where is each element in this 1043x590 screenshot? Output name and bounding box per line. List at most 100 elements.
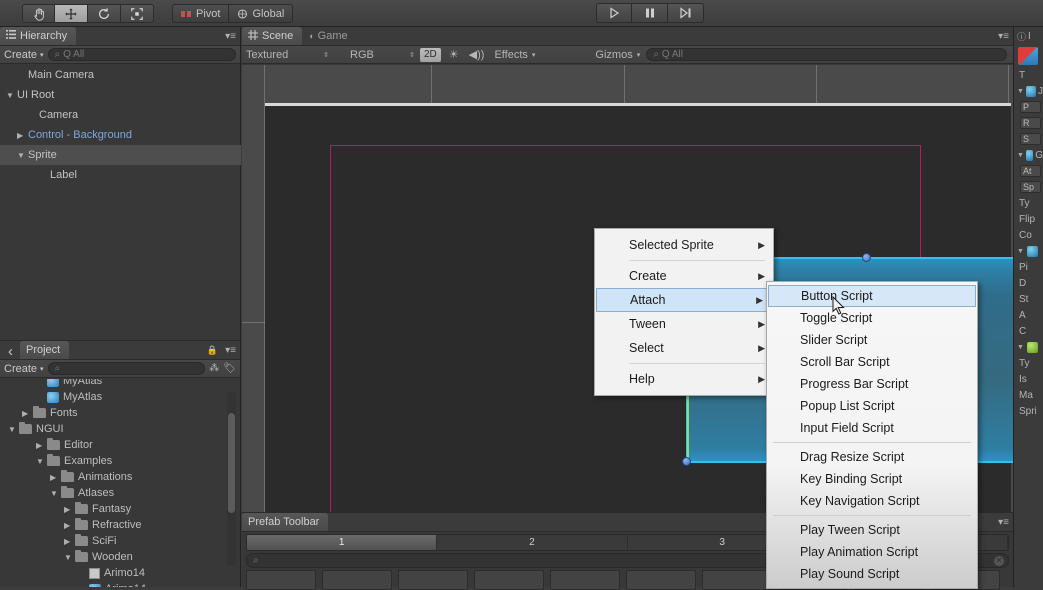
- context-menu-item-create[interactable]: Create ▶: [595, 264, 773, 288]
- project-item-scifi[interactable]: ▶ SciFi: [0, 533, 241, 549]
- inspector-row[interactable]: P: [1014, 99, 1043, 115]
- inspector-property-rows[interactable]: T ▼ J P R S ▼ G At Sp Ty Flip Co ▼ Pi D St A C ▼ Ty Is Ma Spri: [1014, 67, 1043, 419]
- inspector-row[interactable]: Sp: [1014, 179, 1043, 195]
- hierarchy-item-main-camera[interactable]: ▶Main Camera: [0, 65, 241, 85]
- effects-dropdown[interactable]: Effects ▾: [494, 49, 535, 61]
- project-item-myatlas[interactable]: ▶MyAtlas: [0, 379, 241, 389]
- chevron-down-icon[interactable]: ▼: [64, 553, 75, 562]
- project-item-ngui[interactable]: ▼ NGUI: [0, 421, 241, 437]
- project-item-arimo14[interactable]: ▶Arimo14: [0, 581, 241, 587]
- project-item-fonts[interactable]: ▶ Fonts: [0, 405, 241, 421]
- project-item-fantasy[interactable]: ▶ Fantasy: [0, 501, 241, 517]
- prefab-item[interactable]: [550, 570, 620, 590]
- prefab-item[interactable]: [702, 570, 772, 590]
- chevron-down-icon[interactable]: ▼: [36, 457, 47, 466]
- audio-icon[interactable]: ◀)): [469, 48, 485, 61]
- inspector-row[interactable]: At: [1014, 163, 1043, 179]
- context-menu-item-select[interactable]: Select ▶: [595, 336, 773, 360]
- color-mode-dropdown[interactable]: RGB ⇳: [350, 49, 420, 61]
- attach-submenu-item-drag-resize-script[interactable]: Drag Resize Script: [767, 446, 977, 468]
- project-item-refractive[interactable]: ▶ Refractive: [0, 517, 241, 533]
- prefab-panel-menu-icon[interactable]: ▾≡: [998, 517, 1009, 528]
- chevron-right-icon[interactable]: ▶: [64, 537, 75, 546]
- project-item-wooden[interactable]: ▼ Wooden: [0, 549, 241, 565]
- inspector-field[interactable]: At: [1020, 165, 1041, 177]
- project-item-animations[interactable]: ▶ Animations: [0, 469, 241, 485]
- chevron-down-icon[interactable]: ▼: [1017, 344, 1025, 351]
- resize-handle-bl[interactable]: [682, 457, 691, 466]
- project-back-icon[interactable]: ‹: [8, 343, 13, 360]
- project-scrollbar-thumb[interactable]: [228, 413, 235, 513]
- attach-submenu-item-input-field-script[interactable]: Input Field Script: [767, 417, 977, 439]
- chevron-right-icon[interactable]: ▶: [50, 473, 61, 482]
- clear-search-icon[interactable]: ✕: [994, 555, 1004, 566]
- attach-submenu-item-scroll-bar-script[interactable]: Scroll Bar Script: [767, 351, 977, 373]
- resize-handle-tc[interactable]: [862, 253, 871, 262]
- inspector-field[interactable]: Sp: [1020, 181, 1041, 193]
- hierarchy-item-control-background[interactable]: ▶ Control - Background: [0, 125, 241, 145]
- rotate-tool-icon[interactable]: [88, 4, 121, 23]
- prefab-item[interactable]: [626, 570, 696, 590]
- tab-prefab-toolbar[interactable]: Prefab Toolbar: [242, 513, 329, 531]
- project-tree[interactable]: ▶MyAtlas▶MyAtlas▶Fonts▼NGUI▶Editor▼Examp…: [0, 379, 241, 587]
- hierarchy-tree[interactable]: ▶Main Camera▼UI Root▶Camera▶Control - Ba…: [0, 65, 241, 340]
- chevron-down-icon[interactable]: ▼: [6, 91, 17, 100]
- prefab-item[interactable]: [398, 570, 468, 590]
- attach-submenu-item-key-binding-script[interactable]: Key Binding Script: [767, 468, 977, 490]
- prefab-item[interactable]: [322, 570, 392, 590]
- chevron-right-icon[interactable]: ▶: [22, 409, 33, 418]
- move-tool-icon[interactable]: [55, 4, 88, 23]
- attach-submenu-item-popup-list-script[interactable]: Popup List Script: [767, 395, 977, 417]
- 2d-toggle[interactable]: 2D: [420, 47, 441, 62]
- project-item-myatlas[interactable]: ▶MyAtlas: [0, 389, 241, 405]
- global-toggle[interactable]: Global: [229, 4, 294, 23]
- attach-submenu-item-key-navigation-script[interactable]: Key Navigation Script: [767, 490, 977, 512]
- filter-type-icon[interactable]: ⁂: [209, 363, 219, 374]
- project-panel-menu-icon[interactable]: ▾≡: [225, 345, 236, 356]
- inspector-row[interactable]: R: [1014, 115, 1043, 131]
- prefab-page-2[interactable]: 2: [437, 535, 628, 550]
- inspector-row[interactable]: S: [1014, 131, 1043, 147]
- pause-button[interactable]: [632, 3, 668, 23]
- attach-submenu-item-progress-bar-script[interactable]: Progress Bar Script: [767, 373, 977, 395]
- hierarchy-item-camera[interactable]: ▶Camera: [0, 105, 241, 125]
- project-item-arimo14[interactable]: ▶Arimo14: [0, 565, 241, 581]
- lock-icon[interactable]: 🔒: [207, 345, 218, 356]
- attach-submenu-item-toggle-script[interactable]: Toggle Script: [767, 307, 977, 329]
- filter-label-icon[interactable]: 🏷: [223, 363, 236, 374]
- project-item-atlases[interactable]: ▼ Atlases: [0, 485, 241, 501]
- hierarchy-item-ui-root[interactable]: ▼ UI Root: [0, 85, 241, 105]
- chevron-right-icon[interactable]: ▶: [64, 521, 75, 530]
- pivot-toggle[interactable]: Pivot: [172, 4, 230, 23]
- hierarchy-search-input[interactable]: ⌕ Q All: [47, 48, 236, 61]
- hierarchy-item-label[interactable]: ▶Label: [0, 165, 241, 185]
- inspector-field[interactable]: R: [1020, 117, 1041, 129]
- project-item-editor[interactable]: ▶ Editor: [0, 437, 241, 453]
- gizmos-dropdown[interactable]: Gizmos ▾: [595, 49, 640, 61]
- project-item-examples[interactable]: ▼ Examples: [0, 453, 241, 469]
- prefab-item[interactable]: [474, 570, 544, 590]
- chevron-down-icon[interactable]: ▼: [17, 151, 28, 160]
- scene-search-input[interactable]: ⌕ Q All: [646, 48, 1007, 61]
- prefab-item[interactable]: [246, 570, 316, 590]
- step-button[interactable]: [668, 3, 704, 23]
- attach-submenu-item-play-animation-script[interactable]: Play Animation Script: [767, 541, 977, 563]
- project-create-button[interactable]: Create ▾: [4, 363, 44, 375]
- tab-scene[interactable]: Scene: [242, 27, 303, 45]
- chevron-down-icon[interactable]: ▼: [8, 425, 19, 434]
- prefab-page-1[interactable]: 1: [247, 535, 438, 550]
- hierarchy-panel-menu-icon[interactable]: ▾≡: [225, 31, 236, 42]
- attach-submenu-item-slider-script[interactable]: Slider Script: [767, 329, 977, 351]
- chevron-right-icon[interactable]: ▶: [17, 131, 28, 140]
- hand-tool-icon[interactable]: [22, 4, 55, 23]
- context-menu[interactable]: Selected Sprite ▶ Create ▶ Attach ▶ Tween ▶ Sele…: [594, 228, 774, 396]
- hierarchy-create-button[interactable]: Create ▾: [4, 49, 44, 61]
- context-menu-item-selected-sprite[interactable]: Selected Sprite ▶: [595, 233, 773, 257]
- draw-mode-dropdown[interactable]: Textured ⇳: [246, 49, 334, 61]
- chevron-down-icon[interactable]: ▼: [1017, 248, 1025, 255]
- attach-submenu-item-play-sound-script[interactable]: Play Sound Script: [767, 563, 977, 585]
- project-scrollbar[interactable]: [227, 391, 236, 566]
- lighting-icon[interactable]: ☀: [449, 48, 459, 61]
- chevron-right-icon[interactable]: ▶: [64, 505, 75, 514]
- attach-submenu-item-play-tween-script[interactable]: Play Tween Script: [767, 519, 977, 541]
